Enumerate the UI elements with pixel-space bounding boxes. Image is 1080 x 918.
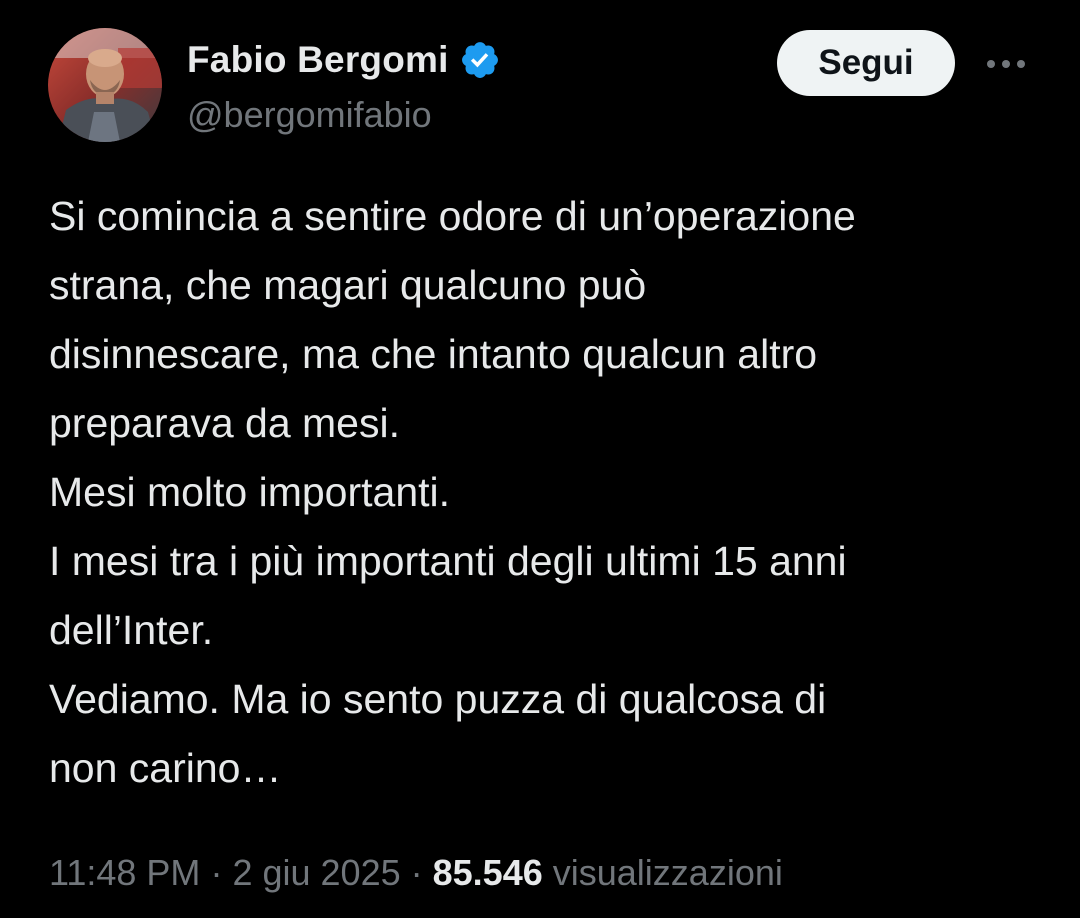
tweet-text-line: Vediamo. Ma io sento puzza di qualcosa d…: [49, 676, 827, 722]
tweet-text-line: strana, che magari qualcuno può: [49, 262, 647, 308]
author-info: Fabio Bergomi @bergomifabio: [187, 38, 501, 136]
meta-separator: ·: [210, 852, 223, 893]
tweet-text-line: non carino…: [49, 745, 282, 791]
tweet-time[interactable]: 11:48 PM: [49, 852, 200, 893]
tweet-text-line: preparava da mesi.: [49, 400, 400, 446]
tweet-text-line: dell’Inter.: [49, 607, 214, 653]
tweet-text-line: disinnescare, ma che intanto qualcun alt…: [49, 331, 818, 377]
display-name[interactable]: Fabio Bergomi: [187, 39, 449, 81]
tweet-text-line: Mesi molto importanti.: [49, 469, 451, 515]
tweet-text: Si comincia a sentire odore di un’operaz…: [49, 182, 1039, 803]
handle[interactable]: @bergomifabio: [187, 94, 501, 136]
avatar-image: [48, 28, 162, 142]
more-options-icon: [987, 60, 1025, 68]
meta-separator: ·: [410, 852, 423, 893]
avatar[interactable]: [48, 28, 162, 142]
tweet-text-line: I mesi tra i più importanti degli ultimi…: [49, 538, 847, 584]
verified-badge-icon[interactable]: [459, 39, 501, 81]
more-options-button[interactable]: [982, 46, 1030, 82]
tweet-text-line: Si comincia a sentire odore di un’operaz…: [49, 193, 856, 239]
tweet-header: Fabio Bergomi @bergomifabio Segui: [48, 28, 1038, 144]
tweet-date[interactable]: 2 giu 2025: [232, 852, 400, 893]
name-row: Fabio Bergomi: [187, 38, 501, 82]
tweet-meta: 11:48 PM · 2 giu 2025 · 85.546 visualizz…: [49, 852, 783, 894]
views-label: visualizzazioni: [552, 852, 783, 893]
views-count: 85.546: [432, 852, 543, 893]
follow-button[interactable]: Segui: [777, 30, 955, 96]
